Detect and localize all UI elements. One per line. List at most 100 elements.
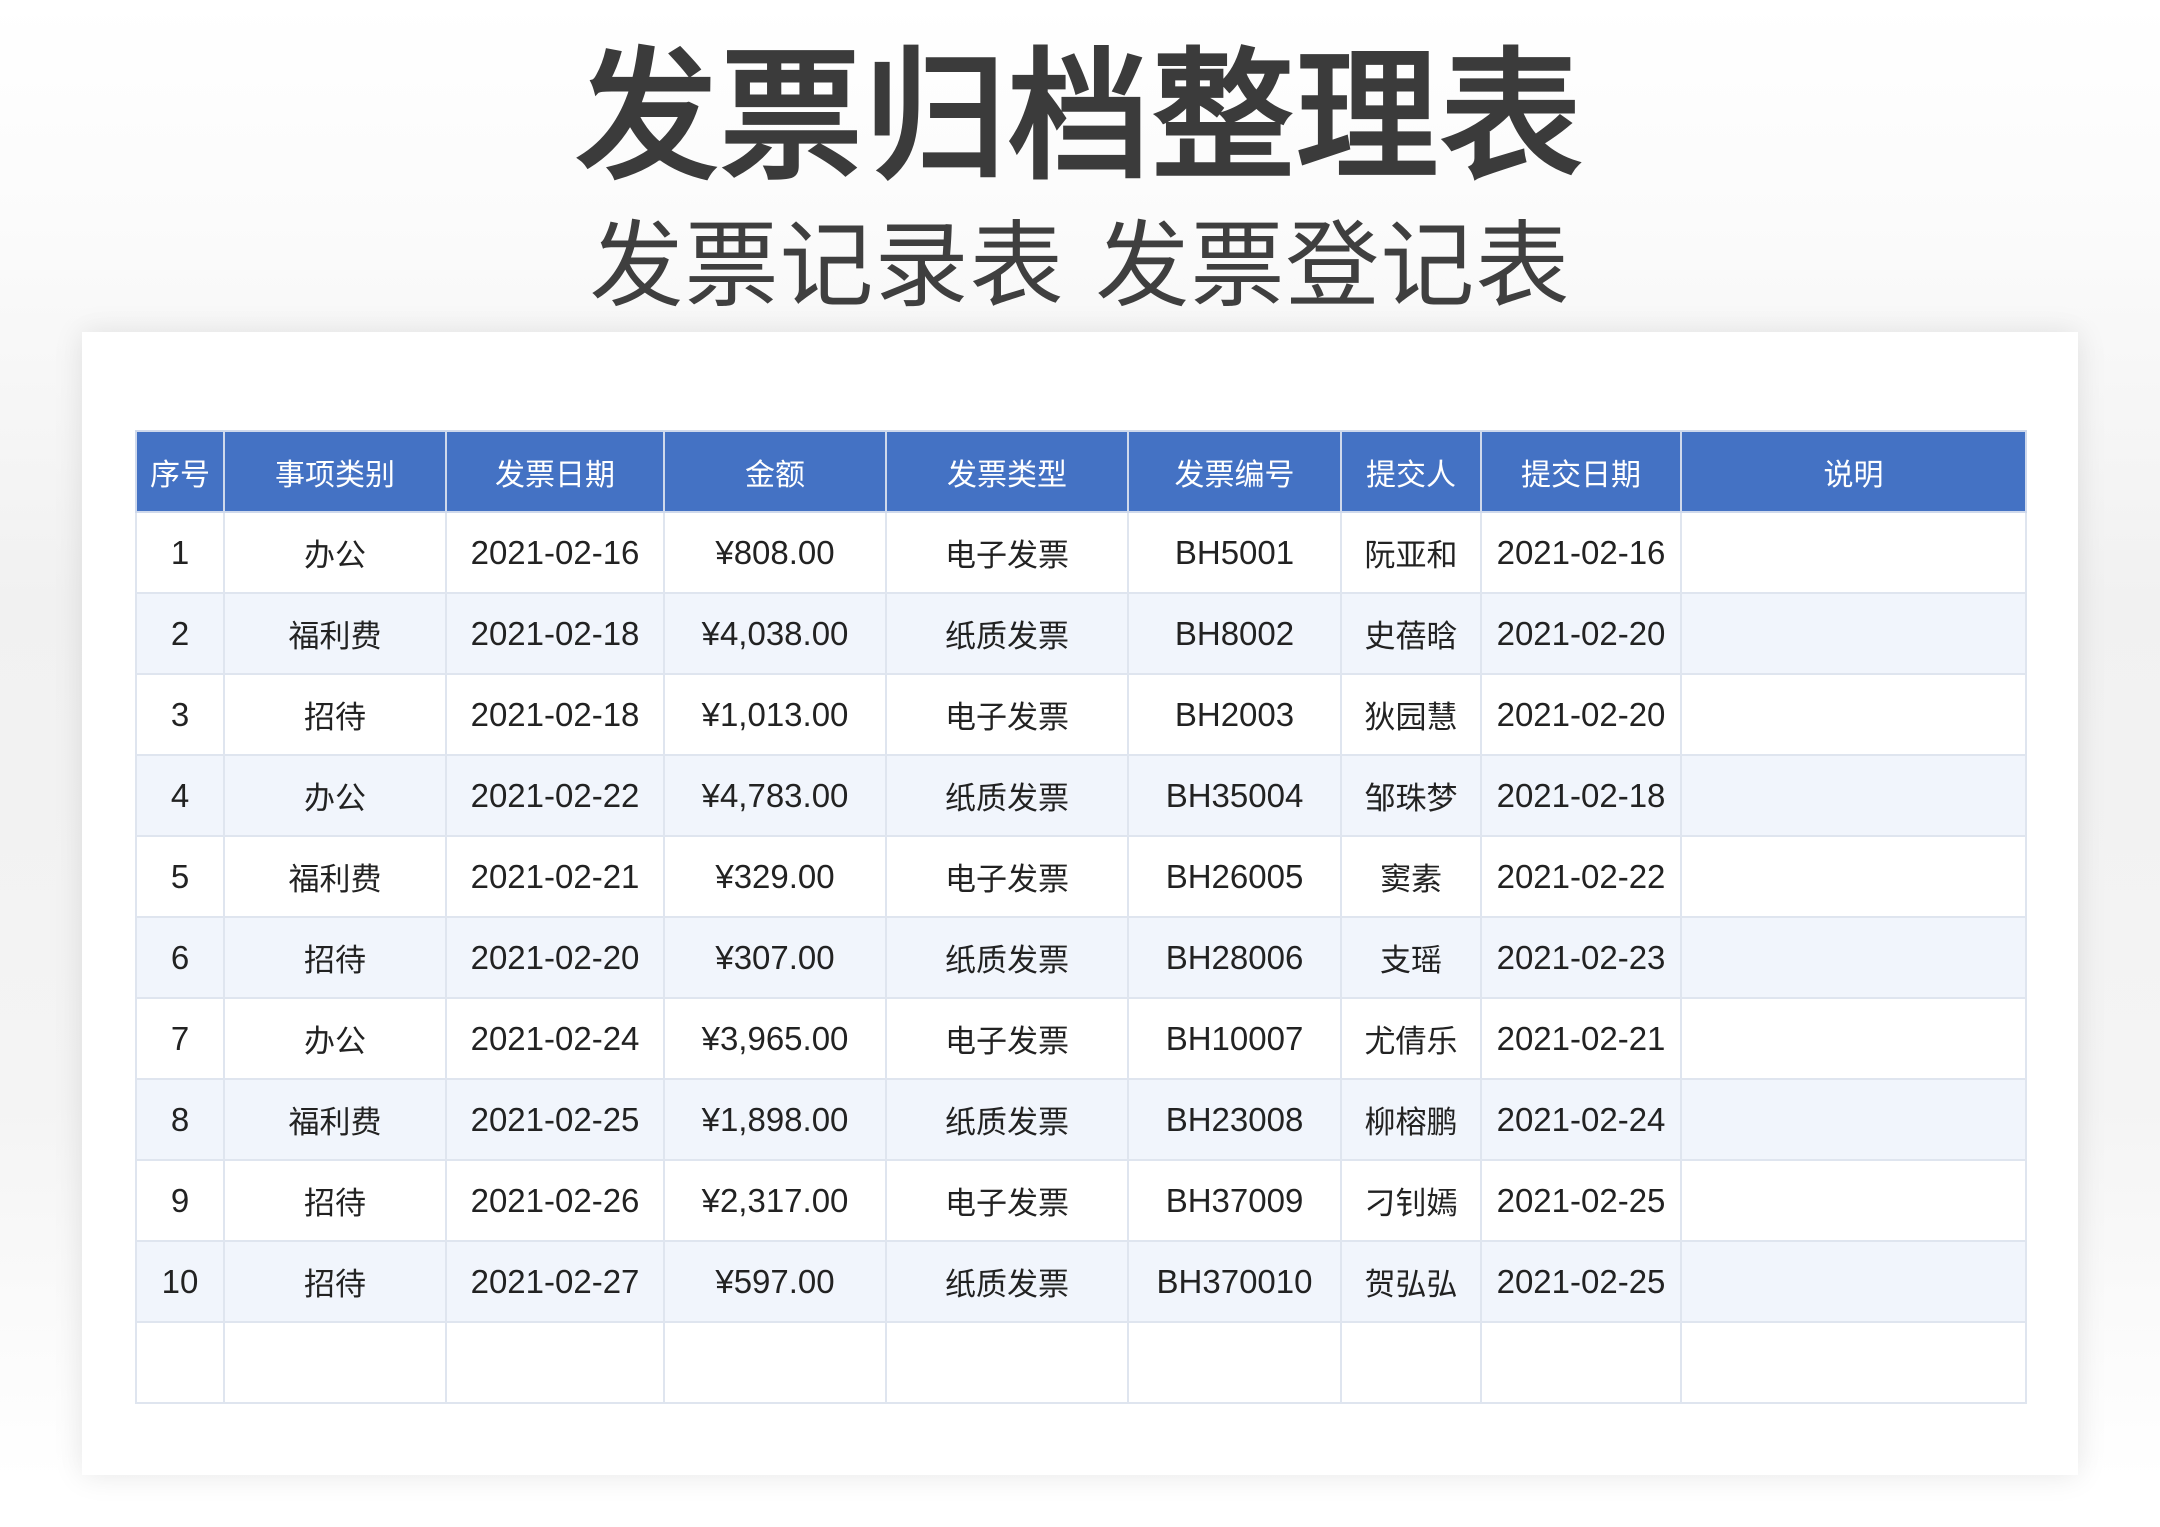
cell-category[interactable]: 福利费 bbox=[223, 592, 447, 675]
cell-submitter[interactable]: 狄园慧 bbox=[1340, 673, 1482, 756]
cell-amount[interactable]: ¥808.00 bbox=[663, 511, 887, 594]
cell-index[interactable]: 3 bbox=[135, 673, 225, 756]
cell-submit-date[interactable] bbox=[1480, 1321, 1682, 1404]
cell-amount[interactable]: ¥2,317.00 bbox=[663, 1159, 887, 1242]
header-submitter[interactable]: 提交人 bbox=[1340, 430, 1482, 513]
cell-note[interactable] bbox=[1680, 592, 2027, 675]
cell-category[interactable]: 招待 bbox=[223, 1159, 447, 1242]
cell-invoice-number[interactable]: BH2003 bbox=[1127, 673, 1342, 756]
cell-submit-date[interactable]: 2021-02-22 bbox=[1480, 835, 1682, 918]
cell-invoice-date[interactable]: 2021-02-27 bbox=[445, 1240, 665, 1323]
cell-invoice-number[interactable] bbox=[1127, 1321, 1342, 1404]
header-invoice-date[interactable]: 发票日期 bbox=[445, 430, 665, 513]
cell-submitter[interactable]: 贺弘弘 bbox=[1340, 1240, 1482, 1323]
cell-index[interactable]: 9 bbox=[135, 1159, 225, 1242]
cell-invoice-date[interactable]: 2021-02-21 bbox=[445, 835, 665, 918]
cell-invoice-date[interactable]: 2021-02-16 bbox=[445, 511, 665, 594]
cell-amount[interactable]: ¥307.00 bbox=[663, 916, 887, 999]
cell-category[interactable]: 福利费 bbox=[223, 1078, 447, 1161]
cell-invoice-date[interactable]: 2021-02-26 bbox=[445, 1159, 665, 1242]
cell-note[interactable] bbox=[1680, 511, 2027, 594]
header-note[interactable]: 说明 bbox=[1680, 430, 2027, 513]
cell-submit-date[interactable]: 2021-02-20 bbox=[1480, 673, 1682, 756]
cell-note[interactable] bbox=[1680, 997, 2027, 1080]
cell-submit-date[interactable]: 2021-02-20 bbox=[1480, 592, 1682, 675]
cell-submitter[interactable]: 尤倩乐 bbox=[1340, 997, 1482, 1080]
cell-invoice-date[interactable] bbox=[445, 1321, 665, 1404]
cell-submit-date[interactable]: 2021-02-25 bbox=[1480, 1159, 1682, 1242]
cell-invoice-number[interactable]: BH8002 bbox=[1127, 592, 1342, 675]
cell-invoice-type[interactable]: 电子发票 bbox=[885, 511, 1129, 594]
cell-index[interactable]: 2 bbox=[135, 592, 225, 675]
cell-invoice-type[interactable]: 电子发票 bbox=[885, 673, 1129, 756]
cell-category[interactable]: 招待 bbox=[223, 916, 447, 999]
cell-invoice-number[interactable]: BH23008 bbox=[1127, 1078, 1342, 1161]
cell-invoice-type[interactable]: 纸质发票 bbox=[885, 754, 1129, 837]
cell-submitter[interactable]: 支瑶 bbox=[1340, 916, 1482, 999]
cell-submitter[interactable]: 刁钊嫣 bbox=[1340, 1159, 1482, 1242]
cell-submit-date[interactable]: 2021-02-18 bbox=[1480, 754, 1682, 837]
cell-invoice-date[interactable]: 2021-02-22 bbox=[445, 754, 665, 837]
cell-index[interactable] bbox=[135, 1321, 225, 1404]
cell-index[interactable]: 5 bbox=[135, 835, 225, 918]
cell-note[interactable] bbox=[1680, 835, 2027, 918]
cell-note[interactable] bbox=[1680, 1159, 2027, 1242]
header-submit-date[interactable]: 提交日期 bbox=[1480, 430, 1682, 513]
header-invoice-number[interactable]: 发票编号 bbox=[1127, 430, 1342, 513]
cell-index[interactable]: 7 bbox=[135, 997, 225, 1080]
cell-note[interactable] bbox=[1680, 754, 2027, 837]
cell-invoice-type[interactable]: 电子发票 bbox=[885, 1159, 1129, 1242]
cell-invoice-date[interactable]: 2021-02-18 bbox=[445, 592, 665, 675]
header-amount[interactable]: 金额 bbox=[663, 430, 887, 513]
cell-category[interactable] bbox=[223, 1321, 447, 1404]
cell-submit-date[interactable]: 2021-02-24 bbox=[1480, 1078, 1682, 1161]
cell-invoice-type[interactable]: 纸质发票 bbox=[885, 1240, 1129, 1323]
cell-invoice-type[interactable] bbox=[885, 1321, 1129, 1404]
cell-amount[interactable]: ¥1,013.00 bbox=[663, 673, 887, 756]
cell-invoice-type[interactable]: 纸质发票 bbox=[885, 592, 1129, 675]
cell-category[interactable]: 招待 bbox=[223, 1240, 447, 1323]
cell-invoice-number[interactable]: BH26005 bbox=[1127, 835, 1342, 918]
cell-submitter[interactable]: 阮亚和 bbox=[1340, 511, 1482, 594]
cell-invoice-date[interactable]: 2021-02-25 bbox=[445, 1078, 665, 1161]
cell-submit-date[interactable]: 2021-02-25 bbox=[1480, 1240, 1682, 1323]
cell-invoice-type[interactable]: 电子发票 bbox=[885, 835, 1129, 918]
cell-submitter[interactable]: 史蓓晗 bbox=[1340, 592, 1482, 675]
cell-amount[interactable]: ¥329.00 bbox=[663, 835, 887, 918]
cell-index[interactable]: 1 bbox=[135, 511, 225, 594]
cell-invoice-type[interactable]: 电子发票 bbox=[885, 997, 1129, 1080]
cell-submitter[interactable]: 邹珠梦 bbox=[1340, 754, 1482, 837]
cell-category[interactable]: 招待 bbox=[223, 673, 447, 756]
cell-submit-date[interactable]: 2021-02-16 bbox=[1480, 511, 1682, 594]
cell-note[interactable] bbox=[1680, 673, 2027, 756]
header-invoice-type[interactable]: 发票类型 bbox=[885, 430, 1129, 513]
cell-submitter[interactable]: 窦素 bbox=[1340, 835, 1482, 918]
cell-note[interactable] bbox=[1680, 1321, 2027, 1404]
cell-category[interactable]: 福利费 bbox=[223, 835, 447, 918]
cell-invoice-number[interactable]: BH35004 bbox=[1127, 754, 1342, 837]
cell-invoice-type[interactable]: 纸质发票 bbox=[885, 1078, 1129, 1161]
header-category[interactable]: 事项类别 bbox=[223, 430, 447, 513]
cell-invoice-type[interactable]: 纸质发票 bbox=[885, 916, 1129, 999]
cell-invoice-number[interactable]: BH10007 bbox=[1127, 997, 1342, 1080]
cell-invoice-number[interactable]: BH5001 bbox=[1127, 511, 1342, 594]
cell-invoice-number[interactable]: BH28006 bbox=[1127, 916, 1342, 999]
cell-submit-date[interactable]: 2021-02-23 bbox=[1480, 916, 1682, 999]
cell-invoice-date[interactable]: 2021-02-24 bbox=[445, 997, 665, 1080]
cell-amount[interactable]: ¥4,038.00 bbox=[663, 592, 887, 675]
cell-index[interactable]: 8 bbox=[135, 1078, 225, 1161]
cell-note[interactable] bbox=[1680, 1240, 2027, 1323]
cell-invoice-number[interactable]: BH37009 bbox=[1127, 1159, 1342, 1242]
cell-category[interactable]: 办公 bbox=[223, 754, 447, 837]
cell-invoice-date[interactable]: 2021-02-18 bbox=[445, 673, 665, 756]
cell-note[interactable] bbox=[1680, 916, 2027, 999]
cell-index[interactable]: 10 bbox=[135, 1240, 225, 1323]
header-index[interactable]: 序号 bbox=[135, 430, 225, 513]
cell-submitter[interactable] bbox=[1340, 1321, 1482, 1404]
cell-amount[interactable]: ¥597.00 bbox=[663, 1240, 887, 1323]
cell-amount[interactable] bbox=[663, 1321, 887, 1404]
cell-category[interactable]: 办公 bbox=[223, 997, 447, 1080]
cell-index[interactable]: 4 bbox=[135, 754, 225, 837]
cell-amount[interactable]: ¥4,783.00 bbox=[663, 754, 887, 837]
cell-amount[interactable]: ¥1,898.00 bbox=[663, 1078, 887, 1161]
